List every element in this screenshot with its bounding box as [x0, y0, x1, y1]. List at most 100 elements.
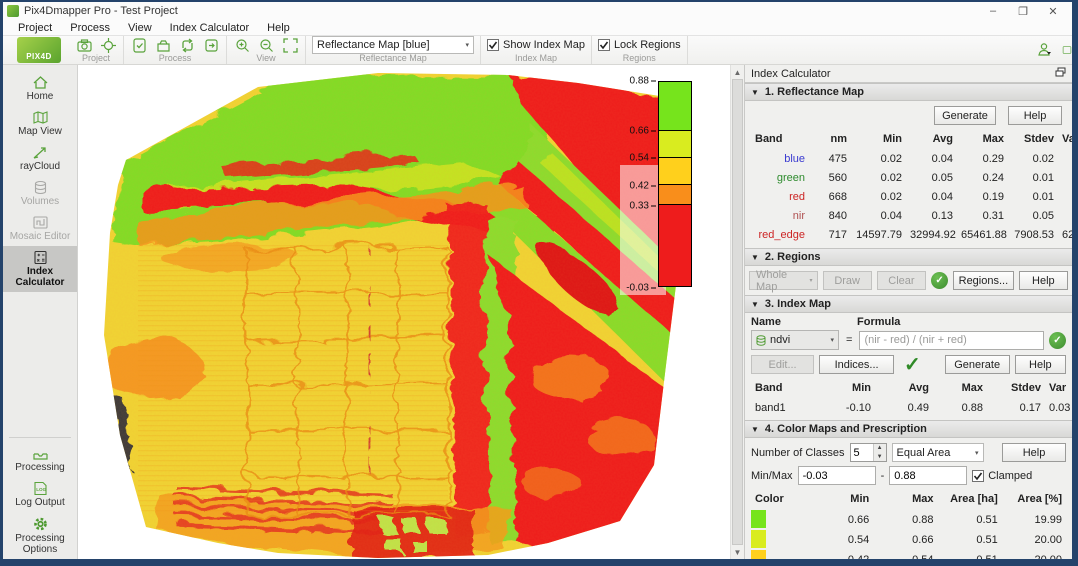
panel-icon[interactable]: [1062, 41, 1072, 59]
sidebar-item-raycloud[interactable]: rayCloud: [3, 141, 77, 176]
show-index-map-checkbox[interactable]: Show Index Map: [487, 39, 585, 51]
scale-tick-label: 0.54: [630, 153, 656, 164]
menu-item-process[interactable]: Process: [61, 22, 119, 34]
index-avg: 0.49: [875, 399, 933, 418]
index-generate-button[interactable]: Generate: [945, 355, 1010, 374]
undock-panel-icon[interactable]: [1055, 67, 1066, 80]
max-input[interactable]: [889, 466, 967, 485]
band-var: 0.00: [1058, 188, 1072, 207]
reflectance-table: blue4750.020.040.290.020.00green5600.020…: [745, 150, 1072, 245]
spin-down-icon[interactable]: ▼: [874, 453, 886, 462]
distribution-dropdown[interactable]: Equal Area ▾: [892, 443, 984, 462]
equals-sign: =: [844, 334, 854, 346]
sidebar-spacer: [3, 292, 77, 433]
regions-ok-icon: ✓: [931, 272, 948, 289]
band-name: green: [751, 169, 809, 188]
scale-segment: [658, 81, 692, 131]
sidebar-item-processing-options[interactable]: Processing Options: [3, 512, 77, 559]
column-header: Min: [813, 378, 875, 399]
map-viewport[interactable]: 0.880.660.540.420.33-0.03 ▲ ▼: [78, 65, 744, 559]
index-calculator-icon: [32, 250, 49, 265]
checkbox-icon: [972, 470, 984, 482]
lock-regions-checkbox[interactable]: Lock Regions: [598, 39, 681, 51]
toolbar-group-process: Process: [124, 36, 227, 64]
colormap-table-row: 0.420.540.5120.00: [751, 550, 1066, 559]
scrollbar-thumb[interactable]: [732, 79, 743, 545]
color-scale-bar: [658, 81, 692, 287]
classes-spinner[interactable]: ▲▼: [850, 443, 887, 462]
band-min: 0.04: [851, 207, 906, 226]
reprocess-step-icon[interactable]: [202, 36, 220, 54]
sidebar-item-processing[interactable]: Processing: [3, 442, 77, 477]
class-color-cell: [751, 510, 809, 530]
document-check-icon[interactable]: [130, 36, 148, 54]
sidebar-item-index-calculator[interactable]: Index Calculator: [3, 246, 77, 292]
minimize-button[interactable]: –: [978, 3, 1008, 19]
clamped-checkbox[interactable]: Clamped: [972, 470, 1032, 482]
reflectance-table-header: BandnmMinAvgMaxStdevVar: [745, 127, 1072, 150]
spin-up-icon[interactable]: ▲: [874, 444, 886, 453]
map-vertical-scrollbar[interactable]: ▲ ▼: [730, 65, 744, 559]
sidebar-item-log-output[interactable]: LOG Log Output: [3, 477, 77, 512]
index-name-dropdown[interactable]: ndvi ▾: [751, 330, 839, 350]
band-avg: 0.05: [906, 169, 957, 188]
menu-item-index-calculator[interactable]: Index Calculator: [161, 22, 259, 34]
pix4d-logo[interactable]: PIX4D: [17, 37, 61, 63]
reflectance-help-button[interactable]: Help: [1008, 106, 1062, 125]
valid-check-icon: ✓: [904, 356, 921, 374]
section-reflectance-map-header[interactable]: ▼ 1. Reflectance Map: [745, 83, 1072, 101]
colormap-table: 0.660.880.5119.990.540.660.5120.000.420.…: [745, 510, 1072, 559]
chevron-down-icon: ▾: [810, 277, 817, 284]
sidebar-item-home[interactable]: Home: [3, 71, 77, 106]
column-header: Stdev: [1008, 129, 1058, 150]
index-table-header: BandMinAvgMaxStdevVar: [745, 377, 1072, 399]
zoom-out-icon[interactable]: [257, 36, 275, 54]
scale-segment: [658, 205, 692, 287]
camera-icon[interactable]: [75, 36, 93, 54]
close-button[interactable]: ✕: [1038, 3, 1068, 19]
index-help-button[interactable]: Help: [1015, 355, 1066, 374]
scale-tick-label: 0.66: [630, 126, 656, 137]
regions-button[interactable]: Regions...: [953, 271, 1014, 290]
band-min: 0.02: [851, 188, 906, 207]
sidebar-item-map-view[interactable]: Map View: [3, 106, 77, 141]
formula-input[interactable]: [859, 331, 1044, 350]
gcp-target-icon[interactable]: [99, 36, 117, 54]
main-area: Home Map View rayCloud Volumes Mosaic Ed…: [3, 65, 1072, 559]
panel-title-bar: Index Calculator: [745, 65, 1072, 83]
column-header: Band: [751, 378, 813, 399]
index-stdev: 0.17: [987, 399, 1045, 418]
open-box-icon[interactable]: [154, 36, 172, 54]
menu-item-project[interactable]: Project: [9, 22, 61, 34]
scale-tick-label: -0.03: [626, 283, 656, 294]
indices-button[interactable]: Indices...: [819, 355, 894, 374]
menu-item-view[interactable]: View: [119, 22, 161, 34]
reflectance-map-dropdown[interactable]: Reflectance Map [blue] ▾: [312, 36, 474, 54]
class-area-ha: 0.51: [938, 530, 1002, 550]
menu-item-help[interactable]: Help: [258, 22, 299, 34]
band-stdev: 0.02: [1008, 150, 1058, 169]
classes-value[interactable]: [851, 444, 873, 461]
user-account-icon[interactable]: [1036, 41, 1054, 59]
reprocess-icon[interactable]: [178, 36, 196, 54]
min-input[interactable]: [798, 466, 876, 485]
panel-title: Index Calculator: [751, 68, 831, 80]
colormap-help-button[interactable]: Help: [1002, 443, 1066, 462]
zoom-in-icon[interactable]: [233, 36, 251, 54]
title-bar: Pix4Dmapper Pro - Test Project – ❐ ✕: [3, 2, 1072, 20]
fit-view-icon[interactable]: [281, 36, 299, 54]
scroll-down-icon[interactable]: ▼: [731, 545, 744, 559]
restore-button[interactable]: ❐: [1008, 3, 1038, 19]
section-color-maps-header[interactable]: ▼ 4. Color Maps and Prescription: [745, 420, 1072, 438]
scroll-up-icon[interactable]: ▲: [731, 65, 744, 79]
band-var: 0.00: [1058, 169, 1072, 188]
reflectance-generate-button[interactable]: Generate: [934, 106, 996, 125]
regions-help-button[interactable]: Help: [1019, 271, 1068, 290]
band-nm: 560: [809, 169, 851, 188]
toolbar-group-regions-label: Regions: [598, 54, 681, 64]
toolbar-group-project: Project: [69, 36, 124, 64]
section-regions-header[interactable]: ▼ 2. Regions: [745, 248, 1072, 266]
colormap-table-header: ColorMinMaxArea [ha]Area [%]: [745, 487, 1072, 510]
sidebar-divider: [9, 437, 71, 438]
section-index-map-header[interactable]: ▼ 3. Index Map: [745, 295, 1072, 313]
